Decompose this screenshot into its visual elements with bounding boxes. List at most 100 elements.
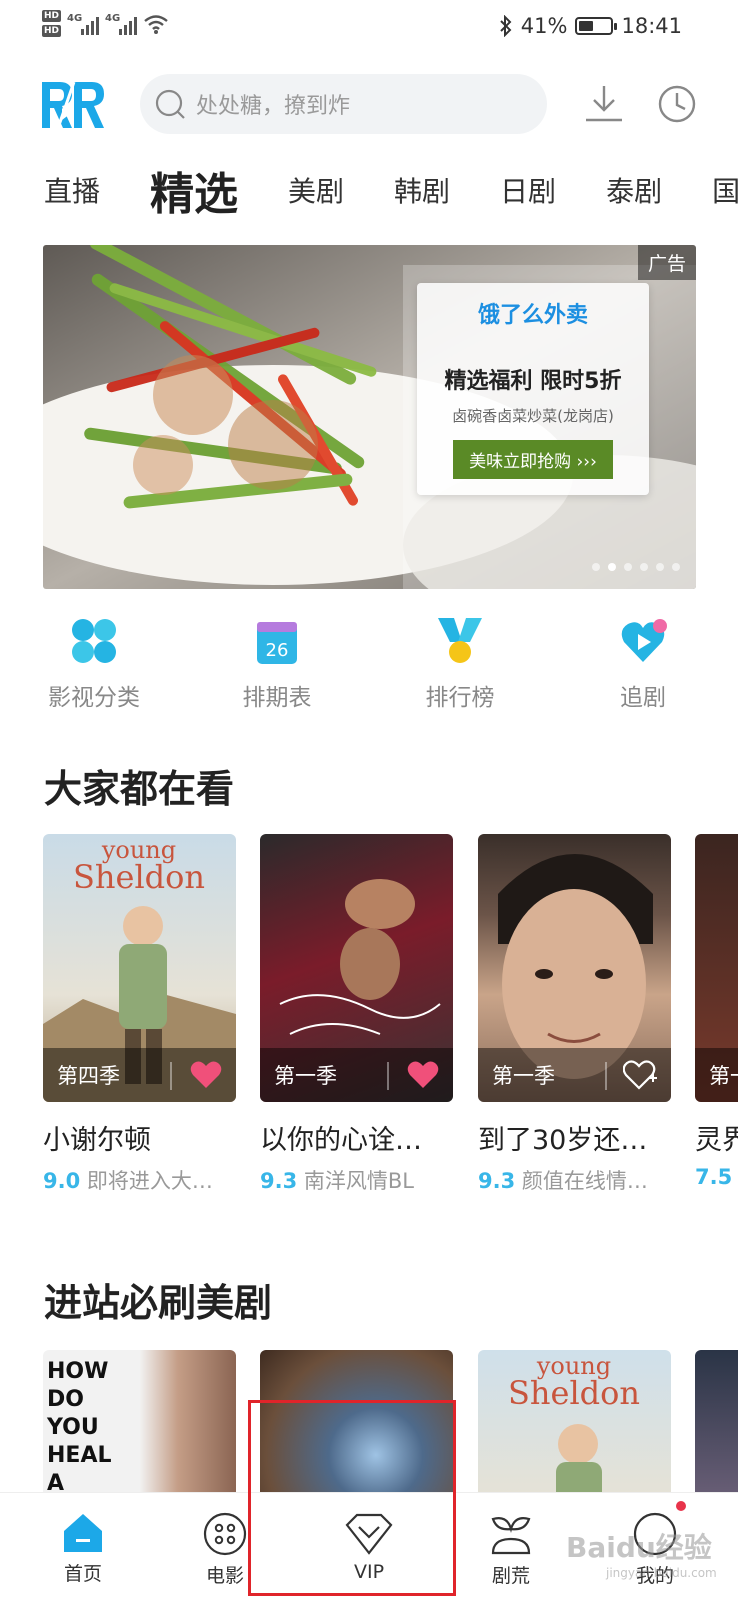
season-label: 第一季: [274, 1064, 337, 1088]
tab-japanese-drama[interactable]: 日剧: [500, 170, 556, 210]
shortcut-schedule[interactable]: 26 排期表: [212, 616, 342, 712]
drama-score: 9.3: [478, 1169, 516, 1193]
promo-subline: 卤碗香卤菜炒菜(龙岗店): [452, 407, 614, 425]
poster-bar: 第一季: [478, 1048, 671, 1102]
drama-card[interactable]: young Sheldon 第四季 小谢尔顿 9.0 即将进入大…: [43, 834, 236, 1195]
drama-score: 9.0: [43, 1169, 81, 1193]
drama-poster: 第一季: [260, 834, 453, 1102]
drama-card-partial[interactable]: [695, 1350, 738, 1500]
poster-tagline: HOW DO YOU HEAL A WORLD TURNED UPSIDE: [47, 1359, 139, 1500]
app-header: 处处糖，撩到炸: [0, 70, 738, 138]
section-title-trending: 大家都在看: [44, 767, 235, 811]
drama-desc: 颜值在线情…: [521, 1169, 648, 1193]
category-icon: [72, 619, 116, 663]
drama-card[interactable]: HOW DO YOU HEAL A WORLD TURNED UPSIDE: [43, 1350, 236, 1500]
signal-icon-2: 4G: [105, 13, 138, 35]
shortcut-row: 影视分类 26 排期表 排行榜 追剧: [0, 616, 738, 716]
search-icon: [155, 89, 185, 119]
carousel-dot-active: [608, 563, 616, 571]
carousel-dot: [672, 563, 680, 571]
drama-desc: 南洋风情BL: [303, 1169, 414, 1193]
promo-card: 饿了么外卖 精选福利 限时5折 卤碗香卤菜炒菜(龙岗店) 美味立即抢购 ›››: [417, 283, 649, 495]
follow-play-icon: [621, 619, 667, 662]
promo-cta-button[interactable]: 美味立即抢购 ›››: [453, 440, 613, 479]
drama-meta: 9.3 颜值在线情…: [478, 1165, 671, 1195]
shortcut-category[interactable]: 影视分类: [29, 616, 159, 712]
clock: 18:41: [621, 14, 682, 38]
calendar-day: 26: [266, 640, 289, 661]
drama-score: 9.3: [260, 1169, 298, 1193]
signal-icon-1: 4G: [67, 12, 100, 35]
history-clock-icon[interactable]: [655, 82, 699, 126]
carousel-dot: [656, 563, 664, 571]
shortcut-schedule-label: 排期表: [242, 685, 312, 711]
sprout-icon: [491, 1517, 531, 1555]
tab-chinese-drama[interactable]: 国: [712, 170, 738, 210]
favorite-heart-icon[interactable]: [190, 1060, 222, 1090]
poster-bar: 第一季: [260, 1048, 453, 1102]
shortcut-follow[interactable]: 追剧: [578, 616, 708, 712]
category-tabs: 直播 精选 美剧 韩剧 日剧 泰剧 国: [44, 158, 738, 222]
ranking-medal-icon: [438, 618, 482, 663]
search-placeholder: 处处糖，撩到炸: [196, 94, 351, 119]
poster-art: young Sheldon: [508, 1352, 640, 1500]
tab-us-drama[interactable]: 美剧: [288, 170, 344, 210]
tab-featured[interactable]: 精选: [150, 158, 238, 222]
poster-bar: 第四季: [43, 1048, 236, 1102]
status-left: HD HD 4G 4G: [42, 10, 169, 37]
drama-score: 7.5: [695, 1165, 733, 1189]
watermark-sub: jingyan.baidu.com: [606, 1566, 717, 1580]
battery-percent: 41%: [520, 14, 568, 38]
drama-card[interactable]: young Sheldon: [478, 1350, 671, 1500]
drama-meta: 9.3 南洋风情BL: [260, 1165, 453, 1195]
drama-meta: 7.5: [695, 1165, 738, 1189]
drama-card[interactable]: 第一季 到了30岁还… 9.3 颜值在线情…: [478, 834, 671, 1195]
download-icon[interactable]: [582, 82, 626, 126]
drama-card-partial[interactable]: 第一 灵界 7.5: [695, 834, 738, 1189]
season-label: 第一: [709, 1064, 738, 1088]
tab-korean-drama[interactable]: 韩剧: [394, 170, 450, 210]
status-right: 41% 18:41: [499, 14, 682, 38]
carousel-dot: [640, 563, 648, 571]
film-reel-icon: [203, 1512, 247, 1556]
drama-poster: [695, 1350, 738, 1500]
status-bar: HD HD 4G 4G 41% 18:41: [0, 0, 738, 56]
drama-poster: 第一季: [478, 834, 671, 1102]
watermark: Baidu经验 jingyan.baidu.com: [566, 1526, 717, 1580]
poster-bar: 第一: [695, 1048, 738, 1102]
favorite-heart-icon[interactable]: [407, 1060, 439, 1090]
drama-title: 以你的心诠…: [260, 1125, 422, 1156]
home-icon: [64, 1514, 102, 1552]
hd2-badge: HD: [42, 25, 62, 37]
hd1-badge: HD: [42, 10, 62, 22]
shortcut-follow-label: 追剧: [620, 685, 666, 711]
nav-home[interactable]: 首页: [28, 1493, 138, 1600]
bluetooth-icon: [500, 15, 512, 37]
drama-poster: young Sheldon: [478, 1350, 671, 1500]
app-logo[interactable]: [40, 78, 108, 130]
drama-desc: 即将进入大…: [86, 1169, 213, 1193]
tab-live[interactable]: 直播: [44, 170, 100, 210]
vip-highlight-box: [248, 1400, 456, 1596]
calendar-icon: 26: [257, 622, 297, 664]
poster-title-line2: Sheldon: [73, 858, 205, 896]
shortcut-ranking-label: 排行榜: [425, 685, 495, 711]
season-label: 第一季: [492, 1064, 555, 1088]
shortcut-category-label: 影视分类: [48, 685, 140, 711]
poster-title-line2: Sheldon: [508, 1374, 640, 1412]
shortcut-ranking[interactable]: 排行榜: [395, 616, 525, 712]
promo-brand: 饿了么外卖: [477, 303, 588, 328]
nav-drama-shortage-label: 剧荒: [491, 1565, 530, 1587]
network-type-1: 4G: [67, 12, 83, 24]
ad-banner[interactable]: 广告 饿了么外卖 精选福利 限时5折 卤碗香卤菜炒菜(龙岗店) 美味立即抢购 ›…: [43, 245, 696, 589]
tab-thai-drama[interactable]: 泰剧: [606, 170, 662, 210]
drama-title: 小谢尔顿: [43, 1125, 151, 1156]
drama-title: 到了30岁还…: [478, 1125, 648, 1156]
search-bar[interactable]: 处处糖，撩到炸: [140, 74, 547, 134]
carousel-dot: [592, 563, 600, 571]
favorite-heart-outline-icon[interactable]: [623, 1060, 657, 1090]
nav-drama-shortage[interactable]: 剧荒: [456, 1493, 566, 1600]
hd-indicators: HD HD: [42, 10, 62, 37]
drama-card[interactable]: 第一季 以你的心诠… 9.3 南洋风情BL: [260, 834, 453, 1195]
notification-dot: [676, 1501, 686, 1511]
